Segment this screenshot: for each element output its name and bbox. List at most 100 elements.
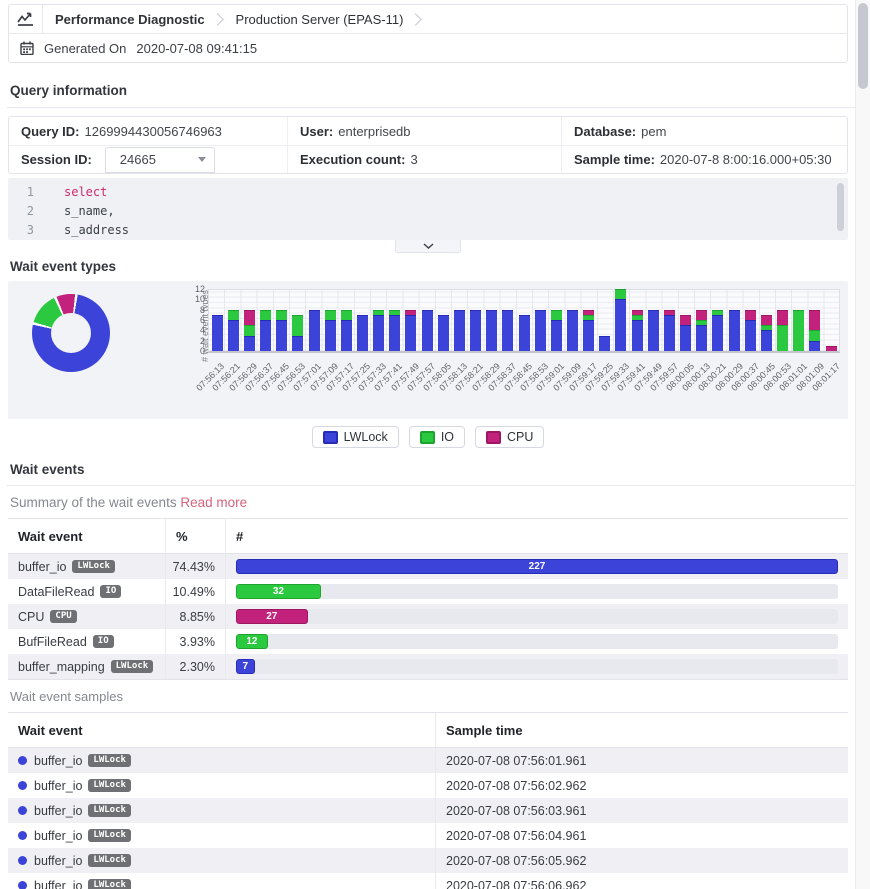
event-type-badge: LWLock <box>88 804 131 817</box>
count-bar-track: 12 <box>236 634 838 649</box>
legend-item-cpu[interactable]: CPU <box>475 426 544 448</box>
y-axis-tick: 12 <box>187 284 205 294</box>
bar-slot <box>694 290 710 351</box>
query-information-title: Query information <box>8 83 848 98</box>
bar-segment-lwlock <box>696 325 707 351</box>
breadcrumb-item-server[interactable]: Production Server (EPAS-11) <box>224 12 416 27</box>
session-id-select[interactable]: 24665 <box>105 147 215 173</box>
event-type-badge: LWLock <box>111 660 154 673</box>
bar-segment-io <box>228 310 239 320</box>
query-info-card: Query ID: 1269994430056746963 User: ente… <box>8 116 848 174</box>
bar-slot <box>354 290 370 351</box>
summary-col-wait-event: Wait event <box>8 519 165 553</box>
bar-segment-lwlock <box>260 320 271 351</box>
count-bar-cell: 7 <box>225 654 848 679</box>
sample-time-cell: 2020-07-08 07:56:01.961 <box>435 748 848 773</box>
percent-cell: 74.43% <box>165 554 225 579</box>
wait-event-name: buffer_io <box>34 879 82 889</box>
wait-event-name: buffer_io <box>34 754 82 768</box>
generated-on-bar: Generated On 2020-07-08 09:41:15 <box>9 34 847 62</box>
bar-segment-lwlock <box>341 320 352 351</box>
sql-code-text: s_address <box>34 221 129 240</box>
bar-slot <box>710 290 726 351</box>
percent-cell: 3.93% <box>165 629 225 654</box>
query-id-value: 1269994430056746963 <box>85 124 222 139</box>
chevron-down-icon <box>198 157 206 162</box>
count-bar: 12 <box>236 634 268 649</box>
wait-event-name: buffer_mapping <box>18 660 105 674</box>
bar-segment-cpu <box>826 346 837 351</box>
sql-scrollbar-thumb[interactable] <box>837 183 844 231</box>
stacked-bar <box>745 310 756 351</box>
sql-expand-button[interactable] <box>395 240 461 253</box>
bar-segment-lwlock <box>583 320 594 351</box>
bar-slot <box>532 290 548 351</box>
page-scrollbar-thumb[interactable] <box>858 3 868 89</box>
bar-segment-lwlock <box>309 310 320 351</box>
bar-segment-io <box>551 310 562 320</box>
bar-segment-cpu <box>244 310 255 326</box>
bar-slot <box>338 290 354 351</box>
count-bar: 227 <box>236 559 838 574</box>
bar-slot <box>435 290 451 351</box>
legend-item-io[interactable]: IO <box>409 426 465 448</box>
event-type-badge: LWLock <box>88 779 131 792</box>
user-field: User: enterprisedb <box>287 117 561 145</box>
stacked-bar <box>583 310 594 351</box>
summary-subtitle-text: Summary of the wait events <box>10 495 177 510</box>
stacked-bar <box>680 315 691 351</box>
bar-segment-cpu <box>809 310 820 331</box>
bar-segment-cpu <box>777 310 788 326</box>
legend-swatch-icon <box>420 431 435 444</box>
bar-segment-lwlock <box>648 310 659 351</box>
bar-segment-lwlock <box>389 315 400 351</box>
y-axis-tick: 8 <box>187 305 205 315</box>
bar-segment-io <box>793 310 804 351</box>
count-bar-track: 227 <box>236 559 838 574</box>
chart-legend: LWLock IO CPU <box>8 426 848 448</box>
wait-event-name: buffer_io <box>34 779 82 793</box>
wait-event-name: DataFileRead <box>18 585 94 599</box>
x-axis-labels: 07:56:1307:56:2107:56:2907:56:3707:56:45… <box>208 357 840 409</box>
donut-chart <box>32 294 110 372</box>
event-type-badge: IO <box>93 635 114 648</box>
sql-code-text: select <box>34 183 107 202</box>
page-scrollbar[interactable] <box>855 0 870 889</box>
y-axis-tick: 4 <box>187 325 205 335</box>
sql-editor[interactable]: 1select2s_name,3s_address4from <box>8 178 848 240</box>
bar-chart-plot-area: 024681012 <box>208 289 840 353</box>
stacked-bar <box>502 310 513 351</box>
bar-segment-lwlock <box>502 310 513 351</box>
samples-table-row: buffer_ioLWLock2020-07-08 07:56:03.961 <box>8 798 848 823</box>
bar-slot <box>629 290 645 351</box>
event-type-badge: LWLock <box>88 754 131 767</box>
sql-code-text: s_name, <box>34 202 115 221</box>
count-bar: 7 <box>236 659 255 674</box>
bar-segment-lwlock <box>632 320 643 351</box>
bar-slot <box>322 290 338 351</box>
stacked-bar <box>260 310 271 351</box>
stacked-bar <box>615 289 626 351</box>
bar-segment-io <box>341 310 352 320</box>
chevron-down-icon <box>423 243 434 249</box>
legend-item-lwlock[interactable]: LWLock <box>312 426 399 448</box>
bar-slot <box>290 290 306 351</box>
stacked-bar <box>809 310 820 351</box>
stacked-bar <box>357 315 368 351</box>
samples-subtitle: Wait event samples <box>8 680 848 712</box>
bar-segment-cpu <box>745 310 756 320</box>
stacked-bar <box>648 310 659 351</box>
event-color-dot-icon <box>18 856 27 865</box>
bar-segment-lwlock <box>519 315 530 351</box>
bar-slot <box>613 290 629 351</box>
read-more-link[interactable]: Read more <box>180 495 247 510</box>
bar-slot <box>403 290 419 351</box>
wait-event-name: buffer_io <box>18 560 66 574</box>
wait-event-name: CPU <box>18 610 44 624</box>
breadcrumb-item-performance-diagnostic[interactable]: Performance Diagnostic <box>43 12 217 27</box>
samples-col-wait-event: Wait event <box>8 713 435 747</box>
bar-slot <box>597 290 613 351</box>
bar-slot <box>758 290 774 351</box>
sample-time-cell: 2020-07-08 07:56:05.962 <box>435 848 848 873</box>
count-bar-cell: 27 <box>225 604 848 629</box>
